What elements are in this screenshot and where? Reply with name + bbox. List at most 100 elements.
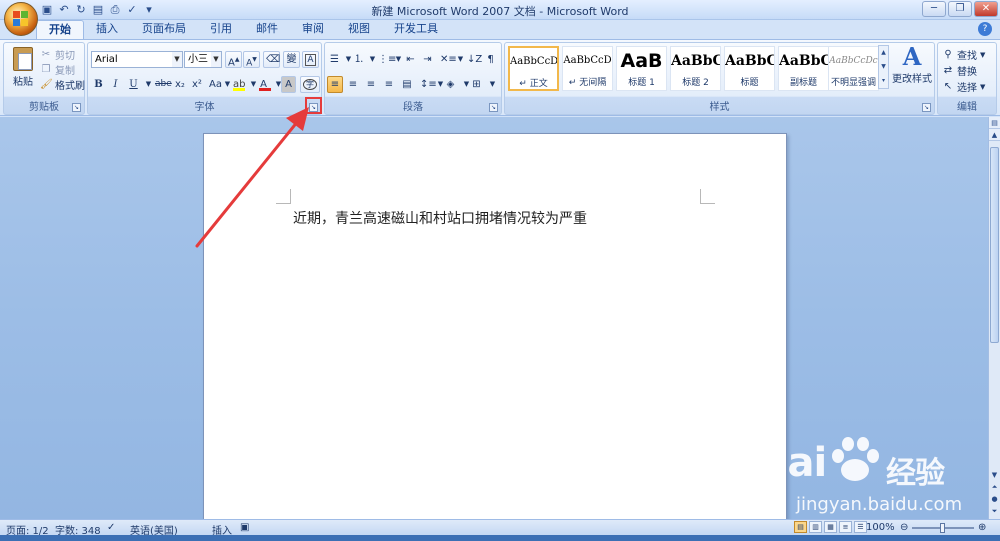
shading-button[interactable]: ◈ <box>443 76 458 93</box>
document-text[interactable]: 近期，青兰高速磁山和村站口拥堵情况较为严重 <box>293 208 587 228</box>
justify-button[interactable]: ≡ <box>381 76 397 93</box>
character-shading-button[interactable]: A <box>281 76 296 93</box>
browse-object-icon[interactable]: ● <box>989 493 1000 505</box>
find-button[interactable]: ⚲ 查找 ▼ <box>942 47 985 63</box>
view-ruler-icon[interactable]: ▤ <box>989 117 1000 129</box>
font-group: Arial ▼ 小三 ▼ A▲ A▼ ⌫ 變 A B I U ▼ abe x₂ … <box>87 42 322 115</box>
tab-references[interactable]: 引用 <box>198 20 244 39</box>
scroll-bottom-controls: ▼ ⏶ ● ⏷ <box>989 469 1000 517</box>
tab-page-layout[interactable]: 页面布局 <box>130 20 198 39</box>
paste-button[interactable]: 粘贴 <box>10 47 36 88</box>
clear-format-button[interactable]: ⌫ <box>263 51 280 68</box>
chevron-down-icon: ▼ <box>211 52 221 67</box>
distributed-button[interactable]: ▤ <box>399 76 415 93</box>
decrease-indent-button[interactable]: ⇤ <box>403 51 418 68</box>
clipboard-dialog-launcher[interactable]: ↘ <box>72 103 81 112</box>
paw-logo-icon <box>832 437 879 481</box>
increase-indent-button[interactable]: ⇥ <box>420 51 435 68</box>
paragraph-dialog-launcher[interactable]: ↘ <box>489 103 498 112</box>
zoom-level[interactable]: 100% <box>866 522 895 533</box>
macro-record-icon[interactable]: ▣ <box>240 522 249 533</box>
zoom-in-icon[interactable]: ⊕ <box>978 522 986 533</box>
tab-mailings[interactable]: 邮件 <box>244 20 290 39</box>
align-left-button[interactable]: ≡ <box>327 76 343 93</box>
select-button[interactable]: ↖ 选择 ▼ <box>942 79 986 95</box>
copy-button[interactable]: ❐ 复制 <box>40 62 75 78</box>
font-name-select[interactable]: Arial ▼ <box>91 51 183 68</box>
tab-view[interactable]: 视图 <box>336 20 382 39</box>
phonetic-icon: 變 <box>286 54 297 65</box>
zoom-slider-knob[interactable] <box>940 523 945 533</box>
style-name: 不明显强调 <box>830 78 876 88</box>
scroll-thumb[interactable] <box>990 147 999 343</box>
cut-label: 剪切 <box>55 51 75 62</box>
document-page[interactable]: 近期，青兰高速磁山和村站口拥堵情况较为严重 <box>203 133 787 523</box>
style-heading-1[interactable]: AaB 标题 1 <box>616 46 667 91</box>
paint-bucket-icon: ◈ <box>446 79 455 90</box>
enclosed-char-icon: 字 <box>303 79 317 90</box>
print-layout-view-icon[interactable]: ▤ <box>794 521 807 533</box>
align-center-button[interactable]: ≡ <box>345 76 361 93</box>
full-screen-reading-icon[interactable]: ▥ <box>809 521 822 533</box>
tab-insert[interactable]: 插入 <box>84 20 130 39</box>
styles-dialog-launcher[interactable]: ↘ <box>922 103 931 112</box>
format-painter-button[interactable]: 🖌 格式刷 <box>40 77 85 93</box>
format-painter-label: 格式刷 <box>55 81 85 92</box>
outline-view-icon[interactable]: ≡ <box>839 521 852 533</box>
scroll-down-arrow[interactable]: ▼ <box>989 469 1000 481</box>
maximize-button[interactable]: ❐ <box>948 1 972 17</box>
underline-button[interactable]: U <box>126 76 141 93</box>
style-title[interactable]: AaBbC 标题 <box>724 46 775 91</box>
previous-page-icon[interactable]: ⏶ <box>989 481 1000 493</box>
scroll-up-arrow[interactable]: ▲ <box>989 129 1000 141</box>
font-size-select[interactable]: 小三 ▼ <box>184 51 222 68</box>
shrink-font-button[interactable]: A▼ <box>243 51 260 68</box>
styles-gallery-scroll[interactable]: ▲ ▼ ▾ <box>878 45 889 89</box>
style-no-spacing[interactable]: AaBbCcD ↵ 无间隔 <box>562 46 613 91</box>
tab-review[interactable]: 审阅 <box>290 20 336 39</box>
borders-button[interactable]: ⊞ <box>469 76 484 93</box>
vertical-scrollbar[interactable]: ▤ ▲ ▼ ⏶ ● ⏷ <box>988 117 1000 519</box>
styles-group-label: 样式 <box>709 102 730 113</box>
style-sample: AaB <box>620 50 663 72</box>
bullets-button[interactable]: ☰ <box>327 51 342 68</box>
help-icon[interactable]: ? <box>978 22 992 36</box>
clipboard-icon <box>13 47 33 71</box>
minimize-button[interactable]: ─ <box>922 1 946 17</box>
proofing-icon[interactable]: ✓ <box>107 522 115 533</box>
tab-developer[interactable]: 开发工具 <box>382 20 450 39</box>
cut-button[interactable]: ✂ 剪切 <box>40 47 75 63</box>
web-layout-icon[interactable]: ▦ <box>824 521 837 533</box>
style-subtle-emphasis[interactable]: AaBbCcDc 不明显强调 <box>828 46 879 91</box>
font-color-button[interactable]: A <box>256 76 271 93</box>
font-name-value: Arial <box>95 54 118 65</box>
tab-home[interactable]: 开始 <box>36 20 84 39</box>
style-sample: AaBbC <box>725 53 774 69</box>
next-page-icon[interactable]: ⏷ <box>989 505 1000 517</box>
office-button[interactable] <box>4 2 38 36</box>
align-right-button[interactable]: ≡ <box>363 76 379 93</box>
style-heading-2[interactable]: AaBbC 标题 2 <box>670 46 721 91</box>
style-sample: AaBbC <box>779 53 828 69</box>
zoom-out-icon[interactable]: ⊖ <box>900 522 908 533</box>
style-subtitle[interactable]: AaBbC 副标题 <box>778 46 829 91</box>
superscript-button[interactable]: x² <box>189 76 205 93</box>
character-border-button[interactable]: A <box>302 51 319 68</box>
zoom-slider[interactable] <box>912 523 974 533</box>
subscript-button[interactable]: x₂ <box>172 76 188 93</box>
italic-button[interactable]: I <box>108 76 123 93</box>
show-marks-button[interactable]: ¶ <box>483 51 498 68</box>
grow-font-button[interactable]: A▲ <box>225 51 242 68</box>
font-color-bar <box>259 88 271 91</box>
close-button[interactable]: ✕ <box>974 1 998 17</box>
style-normal[interactable]: AaBbCcD ↵ 正文 <box>508 46 559 91</box>
change-styles-button[interactable]: A 更改样式 <box>892 44 932 86</box>
enclose-characters-button[interactable]: 字 <box>300 76 320 93</box>
brush-icon: 🖌 <box>40 78 53 90</box>
bold-button[interactable]: B <box>91 76 106 93</box>
style-name: 副标题 <box>789 78 817 88</box>
replace-button[interactable]: ⇄ 替换 <box>942 63 977 79</box>
borders-dropdown[interactable]: ▼ <box>485 76 500 93</box>
phonetic-guide-button[interactable]: 變 <box>283 51 300 68</box>
style-sample: AaBbCcDc <box>829 56 878 66</box>
